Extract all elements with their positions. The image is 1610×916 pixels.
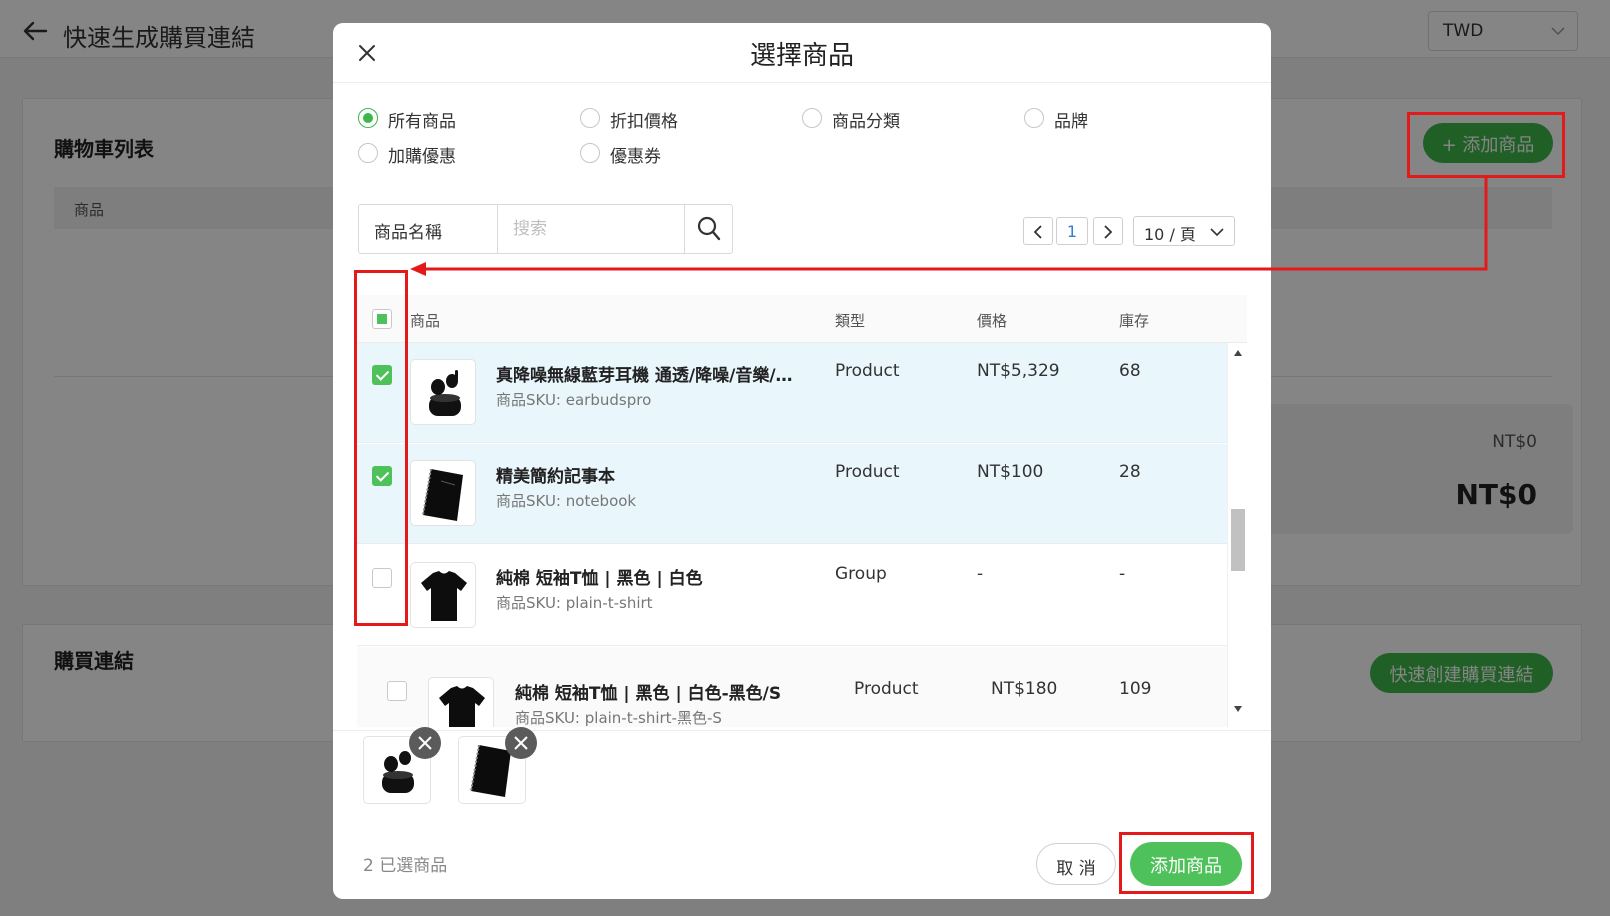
product-name: 純棉 短袖T恤 | 黑色 | 白色-黑色/S <box>515 684 782 704</box>
scrollbar-thumb[interactable] <box>1231 509 1245 571</box>
modal-header: 選擇商品 <box>333 23 1271 83</box>
product-stock: 109 <box>1119 679 1152 699</box>
product-type: Group <box>835 564 887 584</box>
radio-circle <box>580 108 600 128</box>
radio-circle <box>802 108 822 128</box>
product-sku: 商品SKU: earbudspro <box>496 391 652 409</box>
product-price: NT$5,329 <box>977 361 1060 381</box>
product-price: NT$100 <box>977 462 1044 482</box>
close-icon <box>514 736 528 750</box>
column-product: 商品 <box>410 312 441 330</box>
filter-label: 優惠券 <box>610 147 661 167</box>
radio-circle <box>580 143 600 163</box>
table-scrollbar[interactable] <box>1227 343 1247 727</box>
product-sku: 商品SKU: plain-t-shirt-黑色-S <box>515 709 722 727</box>
selected-count: 2 已選商品 <box>363 856 448 876</box>
product-type: Product <box>854 679 919 699</box>
column-stock: 庫存 <box>1119 312 1150 330</box>
select-products-modal: 選擇商品 所有商品 折扣價格 商品分類 品牌 加購優惠 優惠券 商品名稱 搜索 … <box>333 23 1271 899</box>
divider <box>333 730 1271 731</box>
annotation-highlight-checkboxes <box>354 270 408 626</box>
filter-label: 折扣價格 <box>610 112 678 132</box>
annotation-arrow <box>410 178 1488 276</box>
row-checkbox[interactable] <box>387 681 407 701</box>
product-stock: 28 <box>1119 462 1141 482</box>
table-row[interactable]: 純棉 短袖T恤 | 黑色 | 白色 商品SKU: plain-t-shirt G… <box>357 546 1227 646</box>
close-icon <box>418 736 432 750</box>
scroll-down-icon[interactable] <box>1233 705 1243 713</box>
product-sku: 商品SKU: plain-t-shirt <box>496 594 653 612</box>
earbuds-image <box>429 370 461 416</box>
scroll-up-icon[interactable] <box>1233 349 1243 357</box>
tshirt-thumbnail <box>410 562 476 628</box>
product-type: Product <box>835 361 900 381</box>
table-row[interactable]: 純棉 短袖T恤 | 黑色 | 白色-黑色/S 商品SKU: plain-t-sh… <box>357 647 1227 727</box>
notebook-image <box>422 468 463 521</box>
product-stock: 68 <box>1119 361 1141 381</box>
remove-selected-button[interactable] <box>505 727 537 759</box>
tshirt-variant-thumbnail <box>428 677 494 727</box>
product-name: 純棉 短袖T恤 | 黑色 | 白色 <box>496 569 703 589</box>
notebook-thumbnail <box>410 460 476 526</box>
column-price: 價格 <box>977 312 1008 330</box>
product-stock: - <box>1119 564 1126 584</box>
table-row[interactable]: 真降噪無線藍芽耳機 通透/降噪/音樂/… 商品SKU: earbudspro P… <box>357 343 1227 443</box>
filter-label: 商品分類 <box>832 112 900 132</box>
radio-circle <box>358 143 378 163</box>
annotation-highlight-confirm-button <box>1119 832 1254 894</box>
product-table: 商品 類型 價格 庫存 真降噪無線藍芽耳機 通透/降噪/音樂/… 商品SKU: … <box>357 295 1247 727</box>
product-type: Product <box>835 462 900 482</box>
table-header: 商品 類型 價格 庫存 <box>357 295 1247 343</box>
remove-selected-button[interactable] <box>409 727 441 759</box>
filter-label: 所有商品 <box>388 112 456 132</box>
table-row[interactable]: 精美簡約記事本 商品SKU: notebook Product NT$100 2… <box>357 444 1227 544</box>
radio-circle <box>358 108 378 128</box>
product-sku: 商品SKU: notebook <box>496 492 637 510</box>
radio-circle <box>1024 108 1044 128</box>
product-price: NT$180 <box>991 679 1058 699</box>
filter-label: 加購優惠 <box>388 147 456 167</box>
product-name: 精美簡約記事本 <box>496 467 615 487</box>
tshirt-image <box>421 571 467 621</box>
earbuds-thumbnail <box>410 359 476 425</box>
product-name: 真降噪無線藍芽耳機 通透/降噪/音樂/… <box>496 366 793 386</box>
column-type: 類型 <box>835 312 866 330</box>
cancel-button[interactable]: 取 消 <box>1036 843 1116 885</box>
annotation-highlight-add-button <box>1407 112 1565 178</box>
filter-label: 品牌 <box>1054 112 1088 132</box>
tshirt-image <box>439 686 485 727</box>
product-price: - <box>977 564 984 584</box>
modal-title: 選擇商品 <box>749 41 854 71</box>
